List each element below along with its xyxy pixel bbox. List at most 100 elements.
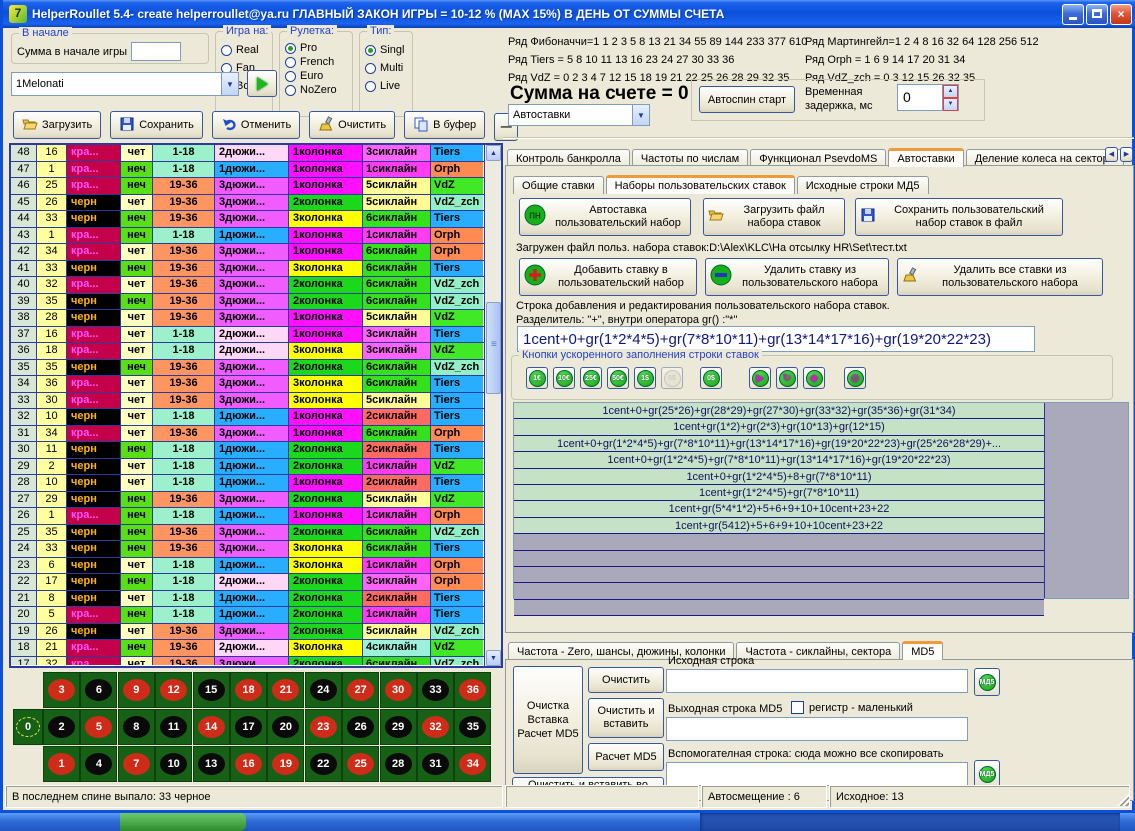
start-sum-input[interactable]: [131, 42, 181, 61]
roulette-cell-23[interactable]: 23: [305, 709, 342, 745]
table-row[interactable]: 1821кра...неч19-362дюжи...3колонка4сикла…: [11, 640, 484, 657]
table-row[interactable]: 3011черннеч1-181дюжи...2колонка2сиклайнT…: [11, 442, 484, 459]
quick-scatter-button[interactable]: ◎: [844, 367, 866, 389]
roulette-cell-3[interactable]: 3: [43, 672, 80, 708]
md5-run-icon[interactable]: МД5: [974, 668, 1000, 696]
radio-type-multi[interactable]: Multi: [365, 62, 412, 74]
roulette-cell-25[interactable]: 25: [342, 746, 379, 782]
table-row[interactable]: 2535черннеч19-363дюжи...2колонка6сиклайн…: [11, 525, 484, 542]
table-row[interactable]: 236чернчет1-181дюжи...3колонка1сиклайнOr…: [11, 558, 484, 575]
autostake-user-set-button[interactable]: ПНАвтоставка пользовательский набор: [519, 198, 691, 236]
table-row[interactable]: 2217черннеч1-182дюжи...2колонка3сиклайнO…: [11, 574, 484, 591]
table-row[interactable]: 4234кра...чет19-363дюжи...1колонка6сикла…: [11, 244, 484, 261]
quick-money-button[interactable]: 10€: [553, 367, 575, 389]
quick-money-button[interactable]: 50€: [607, 367, 629, 389]
roulette-cell-10[interactable]: 10: [155, 746, 192, 782]
mode-combobox[interactable]: Автоставки ▼: [508, 104, 650, 126]
md5-clear-button[interactable]: Очистить: [588, 667, 664, 693]
table-row[interactable]: 3828чернчет19-363дюжи...1колонка5сиклайн…: [11, 310, 484, 327]
roulette-cell-19[interactable]: 19: [267, 746, 304, 782]
roulette-cell-33[interactable]: 33: [417, 672, 454, 708]
quick-cycle-button[interactable]: ↻: [776, 367, 798, 389]
undo-button[interactable]: Отменить: [212, 111, 300, 139]
save-button[interactable]: Сохранить: [110, 111, 203, 139]
table-row[interactable]: 4625кра...неч19-363дюжи...1колонка5сикла…: [11, 178, 484, 195]
roulette-cell-24[interactable]: 24: [305, 672, 342, 708]
roulette-cell-6[interactable]: 6: [80, 672, 117, 708]
taskbar-active-task[interactable]: [700, 813, 1120, 831]
roulette-cell-27[interactable]: 27: [342, 672, 379, 708]
tab-bottom-md5[interactable]: MD5: [902, 641, 943, 660]
roulette-cell-13[interactable]: 13: [193, 746, 230, 782]
minimize-button[interactable]: [1062, 4, 1084, 25]
table-row[interactable]: 3618кра...чет1-182дюжи...3колонка3сиклай…: [11, 343, 484, 360]
maximize-button[interactable]: [1086, 4, 1108, 25]
radio-roulette-pro[interactable]: Pro: [285, 42, 352, 54]
table-row[interactable]: 3436кра...чет19-363дюжи...3колонка6сикла…: [11, 376, 484, 393]
bet-list-item[interactable]: 1cent+0+gr(25*26)+gr(28*29)+gr(27*30)+gr…: [514, 403, 1044, 419]
delay-spinner[interactable]: 0 ▲ ▼: [897, 84, 959, 111]
roulette-cell-17[interactable]: 17: [230, 709, 267, 745]
table-row[interactable]: 261кра...неч1-181дюжи...1колонка1сиклайн…: [11, 508, 484, 525]
quick-money-button[interactable]: 1$: [634, 367, 656, 389]
roulette-cell-8[interactable]: 8: [118, 709, 155, 745]
radio-roulette-french[interactable]: French: [285, 56, 352, 68]
table-row[interactable]: 2433черннеч19-363дюжи...3колонка6сиклайн…: [11, 541, 484, 558]
roulette-cell-26[interactable]: 26: [342, 709, 379, 745]
taskbar-start-segment[interactable]: [120, 813, 246, 831]
roulette-cell-22[interactable]: 22: [305, 746, 342, 782]
delete-all-bets-button[interactable]: Удалить все ставки из пользовательского …: [897, 258, 1103, 296]
tab-main-автоставки[interactable]: Автоставки: [888, 148, 963, 167]
bet-set-list[interactable]: 1cent+0+gr(25*26)+gr(28*29)+gr(27*30)+gr…: [513, 402, 1129, 599]
scroll-up-icon[interactable]: ▲: [486, 145, 501, 161]
md5-output-input[interactable]: [666, 717, 968, 741]
table-scrollbar[interactable]: ▲ ▼: [484, 145, 501, 666]
table-row[interactable]: 1926чернчет19-363дюжи...2колонка5сиклайн…: [11, 624, 484, 641]
table-row[interactable]: 1732кра...чет19-363дюжи...2колонка6сикла…: [11, 657, 484, 665]
add-bet-button[interactable]: Добавить ставку в пользовательский набор: [519, 258, 697, 296]
to-clipboard-button[interactable]: В буфер: [404, 111, 485, 139]
md5-calc-button[interactable]: Расчет MD5: [588, 743, 664, 771]
chevron-down-icon[interactable]: ▼: [632, 105, 649, 125]
roulette-cell-32[interactable]: 32: [417, 709, 454, 745]
roulette-cell-11[interactable]: 11: [155, 709, 192, 745]
table-row[interactable]: 3535черннеч19-363дюжи...2колонка6сиклайн…: [11, 360, 484, 377]
radio-game-real[interactable]: Real: [221, 44, 272, 56]
quick-money-button[interactable]: 25€: [580, 367, 602, 389]
scrollbar-thumb[interactable]: [486, 302, 501, 394]
checkbox-icon[interactable]: [791, 701, 804, 714]
bet-list-item[interactable]: 1cent+gr(1*2)+gr(2*3)+gr(10*13)+gr(12*15…: [514, 419, 1044, 435]
roulette-cell-29[interactable]: 29: [380, 709, 417, 745]
roulette-cell-4[interactable]: 4: [80, 746, 117, 782]
table-row[interactable]: 3330кра...чет19-363дюжи...3колонка5сикла…: [11, 393, 484, 410]
table-row[interactable]: 3935черннеч19-363дюжи...2колонка6сиклайн…: [11, 294, 484, 311]
bet-list-item[interactable]: 1cent+gr(5412)+5+6+9+10+10cent+23+22: [514, 518, 1044, 534]
roulette-cell-16[interactable]: 16: [230, 746, 267, 782]
tab-bottom-частота-сиклайны-сектора[interactable]: Частота - сиклайны, сектора: [736, 642, 900, 660]
md5-source-input[interactable]: [666, 669, 968, 693]
roulette-cell-9[interactable]: 9: [118, 672, 155, 708]
quick-money-button[interactable]: 0$: [700, 367, 722, 389]
quick-play-button[interactable]: ▶: [749, 367, 771, 389]
tab-sub-общие-ставки[interactable]: Общие ставки: [513, 176, 604, 194]
table-row[interactable]: 4032кра...чет19-363дюжи...2колонка6сикла…: [11, 277, 484, 294]
roulette-cell-15[interactable]: 15: [193, 672, 230, 708]
close-button[interactable]: ×: [1110, 4, 1132, 25]
table-row[interactable]: 3210чернчет1-181дюжи...1колонка2сиклайнT…: [11, 409, 484, 426]
roulette-cell-28[interactable]: 28: [380, 746, 417, 782]
md5-clear-paste-calc-button[interactable]: Очистка Вставка Расчет MD5: [513, 666, 583, 774]
run-preset-button[interactable]: [247, 70, 277, 97]
table-row[interactable]: 205кра...неч1-181дюжи...2колонка1сиклайн…: [11, 607, 484, 624]
bet-list-item[interactable]: 1cent+0+gr(1*2*4*5)+gr(7*8*10*11)+gr(13*…: [514, 436, 1044, 452]
save-bet-set-file-button[interactable]: Сохранить пользовательский набор ставок …: [855, 198, 1063, 236]
tab-sub-наборы-пользовательских-ставок[interactable]: Наборы пользовательских ставок: [606, 175, 795, 194]
quick-money-button[interactable]: 1€: [526, 367, 548, 389]
tabs-scroll-left-icon[interactable]: ◀: [1105, 147, 1118, 162]
tab-sub-исходные-строки-мд5[interactable]: Исходные строки МД5: [797, 176, 929, 194]
roulette-cell-7[interactable]: 7: [118, 746, 155, 782]
roulette-cell-12[interactable]: 12: [155, 672, 192, 708]
title-bar[interactable]: 7 HelperRoullet 5.4- create helperroulle…: [3, 0, 1135, 28]
roulette-cell-20[interactable]: 20: [267, 709, 304, 745]
os-taskbar[interactable]: [0, 813, 1135, 831]
roulette-cell-18[interactable]: 18: [230, 672, 267, 708]
